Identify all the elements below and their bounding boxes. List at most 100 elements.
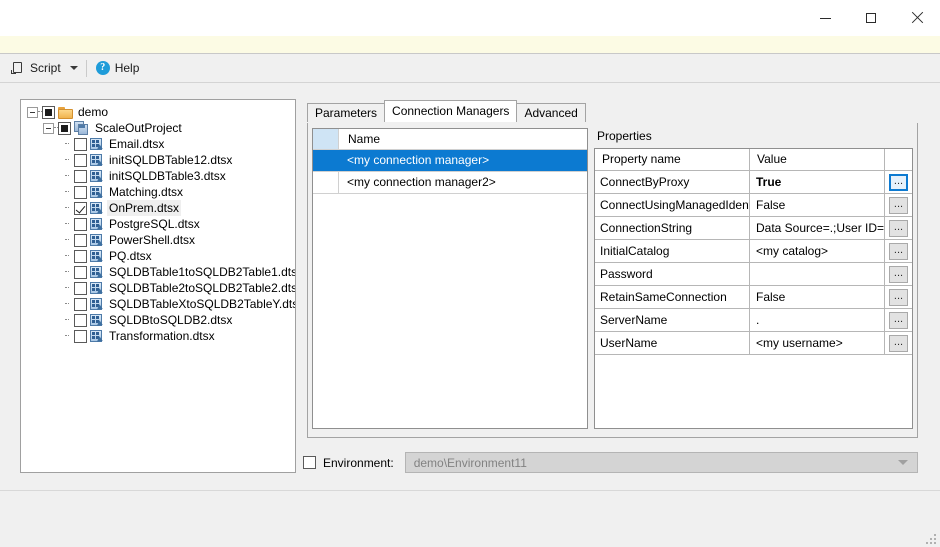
- tree-node[interactable]: PostgreSQL.dtsx: [21, 216, 295, 232]
- tree-line: [65, 159, 69, 161]
- tree-node[interactable]: PowerShell.dtsx: [21, 232, 295, 248]
- tree-node-checkbox[interactable]: [74, 137, 87, 151]
- environment-checkbox[interactable]: [303, 456, 316, 469]
- maximize-button[interactable]: [848, 0, 894, 36]
- minimize-icon: [819, 17, 831, 19]
- tree-node-checkbox[interactable]: [74, 281, 87, 295]
- connection-manager-row[interactable]: <my connection manager2>: [313, 172, 587, 194]
- folder-icon: [58, 106, 73, 119]
- property-value[interactable]: Data Source=.;User ID=...: [750, 217, 885, 239]
- chevron-down-icon[interactable]: [69, 66, 78, 70]
- tree-node-label: Transformation.dtsx: [109, 329, 215, 343]
- property-value[interactable]: False: [750, 194, 885, 216]
- property-row[interactable]: ServerName....: [595, 309, 912, 332]
- tree-node-checkbox[interactable]: [74, 265, 87, 279]
- tree-node[interactable]: SQLDBTable2toSQLDB2Table2.dtsx: [21, 280, 295, 296]
- property-row[interactable]: ConnectionString Data Source=.;User ID=..…: [595, 217, 912, 240]
- chevron-down-icon: [898, 460, 908, 465]
- minimize-button[interactable]: [802, 0, 848, 36]
- tree-node[interactable]: initSQLDBTable12.dtsx: [21, 152, 295, 168]
- tree-node[interactable]: Matching.dtsx: [21, 184, 295, 200]
- property-action-cell: ...: [885, 263, 912, 285]
- property-ellipsis-button[interactable]: ...: [889, 334, 908, 352]
- tab-parameters[interactable]: Parameters: [307, 103, 386, 122]
- property-ellipsis-button[interactable]: ...: [889, 265, 908, 283]
- tree-line: [65, 335, 69, 337]
- property-name: Password: [595, 263, 750, 285]
- property-name: ConnectionString: [595, 217, 750, 239]
- tree-node[interactable]: ScaleOutProject: [21, 120, 295, 136]
- property-ellipsis-button[interactable]: ...: [889, 196, 908, 214]
- property-action-cell: ...: [885, 286, 912, 308]
- tree-node[interactable]: SQLDBtoSQLDB2.dtsx: [21, 312, 295, 328]
- tree-node-checkbox[interactable]: [74, 153, 87, 167]
- tree-node[interactable]: initSQLDBTable3.dtsx: [21, 168, 295, 184]
- tree-node-checkbox[interactable]: [74, 233, 87, 247]
- row-selector-header: [313, 129, 339, 149]
- package-tree[interactable]: demo ScaleOutProject Email.dtsx initSQLDBTa…: [20, 99, 296, 473]
- tree-node-checkbox[interactable]: [74, 249, 87, 263]
- package-icon: [90, 329, 105, 344]
- tree-node-label: PostgreSQL.dtsx: [109, 217, 200, 231]
- tree-node-checkbox[interactable]: [74, 297, 87, 311]
- row-selector[interactable]: [313, 150, 339, 171]
- connection-managers-list[interactable]: Name <my connection manager> <my connecti…: [312, 128, 588, 429]
- property-row[interactable]: RetainSameConnection False...: [595, 286, 912, 309]
- property-value[interactable]: .: [750, 309, 885, 331]
- title-bar: [0, 0, 940, 36]
- tree-node[interactable]: Transformation.dtsx: [21, 328, 295, 344]
- property-ellipsis-button[interactable]: ...: [889, 242, 908, 260]
- tree-line: [65, 175, 69, 177]
- tree-node-checkbox[interactable]: [74, 329, 87, 343]
- tree-node-checkbox[interactable]: [74, 185, 87, 199]
- tree-node[interactable]: OnPrem.dtsx: [21, 200, 295, 216]
- window-controls: [802, 0, 940, 36]
- collapse-toggle-icon[interactable]: [43, 122, 54, 134]
- script-icon: [11, 61, 25, 75]
- tree-node-checkbox[interactable]: [58, 121, 71, 135]
- tree-node-checkbox[interactable]: [74, 201, 87, 215]
- property-ellipsis-button[interactable]: ...: [889, 219, 908, 237]
- package-icon: [90, 137, 105, 152]
- property-row[interactable]: ConnectUsingManagedIdentity False...: [595, 194, 912, 217]
- tree-node-checkbox[interactable]: [74, 169, 87, 183]
- property-row[interactable]: InitialCatalog <my catalog>...: [595, 240, 912, 263]
- property-value[interactable]: [750, 263, 885, 285]
- tree-node[interactable]: PQ.dtsx: [21, 248, 295, 264]
- collapse-toggle-icon[interactable]: [27, 106, 38, 118]
- tree-node[interactable]: Email.dtsx: [21, 136, 295, 152]
- property-ellipsis-button[interactable]: ...: [889, 288, 908, 306]
- tab-advanced[interactable]: Advanced: [516, 103, 586, 122]
- script-button[interactable]: Script: [7, 57, 65, 79]
- help-button[interactable]: ? Help: [92, 57, 144, 79]
- tree-node-checkbox[interactable]: [42, 105, 55, 119]
- close-button[interactable]: [894, 0, 940, 36]
- tree-node-checkbox[interactable]: [74, 217, 87, 231]
- tab-connection-managers[interactable]: Connection Managers: [384, 100, 518, 122]
- connection-manager-name: <my connection manager2>: [347, 175, 496, 189]
- tree-node[interactable]: SQLDBTable1toSQLDB2Table1.dtsx: [21, 264, 295, 280]
- property-row[interactable]: Password...: [595, 263, 912, 286]
- property-row[interactable]: UserName <my username>...: [595, 332, 912, 355]
- tree-line: [65, 287, 69, 289]
- row-selector[interactable]: [313, 172, 339, 193]
- tree-node[interactable]: SQLDBTableXtoSQLDB2TableY.dtsx: [21, 296, 295, 312]
- tree-node-checkbox[interactable]: [74, 313, 87, 327]
- property-value[interactable]: True: [750, 171, 885, 193]
- environment-select[interactable]: demo\Environment11: [404, 452, 918, 473]
- column-header-property-name: Property name: [595, 149, 750, 170]
- connection-manager-row[interactable]: <my connection manager>: [313, 150, 587, 172]
- properties-grid[interactable]: Property name Value ConnectByProxy True..…: [594, 148, 913, 429]
- property-value[interactable]: <my username>: [750, 332, 885, 354]
- property-name: RetainSameConnection: [595, 286, 750, 308]
- property-value[interactable]: False: [750, 286, 885, 308]
- property-value[interactable]: <my catalog>: [750, 240, 885, 262]
- property-name: InitialCatalog: [595, 240, 750, 262]
- resize-grip[interactable]: [926, 534, 937, 545]
- tree-line: [65, 319, 69, 321]
- property-action-cell: ...: [885, 171, 912, 193]
- property-ellipsis-button[interactable]: ...: [889, 173, 908, 191]
- tree-node[interactable]: demo: [21, 104, 295, 120]
- property-row[interactable]: ConnectByProxy True...: [595, 171, 912, 194]
- property-ellipsis-button[interactable]: ...: [889, 311, 908, 329]
